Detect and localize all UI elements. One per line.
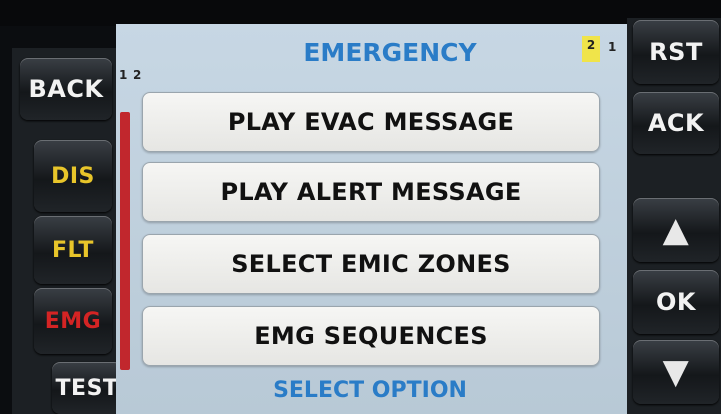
rst-button[interactable]: RST [633, 20, 719, 84]
status-message: SELECT OPTION [273, 378, 467, 403]
emg-sequences-button[interactable]: EMG SEQUENCES [142, 306, 600, 366]
scrollbar[interactable] [120, 112, 130, 370]
flt-button[interactable]: FLT [34, 216, 112, 284]
play-evac-message-button[interactable]: PLAY EVAC MESSAGE [142, 92, 600, 152]
test-button[interactable]: TEST [52, 362, 122, 414]
up-arrow-button[interactable]: ▲ [633, 198, 719, 262]
screen-title: EMERGENCY [303, 38, 477, 67]
device-bezel [0, 0, 721, 26]
back-button[interactable]: BACK [20, 58, 112, 120]
down-arrow-icon: ▼ [662, 352, 690, 392]
ok-button[interactable]: OK [633, 270, 719, 334]
dis-button[interactable]: DIS [34, 140, 112, 212]
play-alert-message-button[interactable]: PLAY ALERT MESSAGE [142, 162, 600, 222]
page-number-2: 2 [133, 68, 142, 82]
up-arrow-icon: ▲ [662, 210, 690, 250]
select-emic-zones-button[interactable]: SELECT EMIC ZONES [142, 234, 600, 294]
down-arrow-button[interactable]: ▼ [633, 340, 719, 404]
emg-button[interactable]: EMG [34, 288, 112, 354]
page-number-1: 1 [119, 68, 128, 82]
page-indicator: 1 [608, 40, 617, 54]
current-page-badge: 2 [582, 36, 600, 62]
ack-button[interactable]: ACK [633, 92, 719, 154]
